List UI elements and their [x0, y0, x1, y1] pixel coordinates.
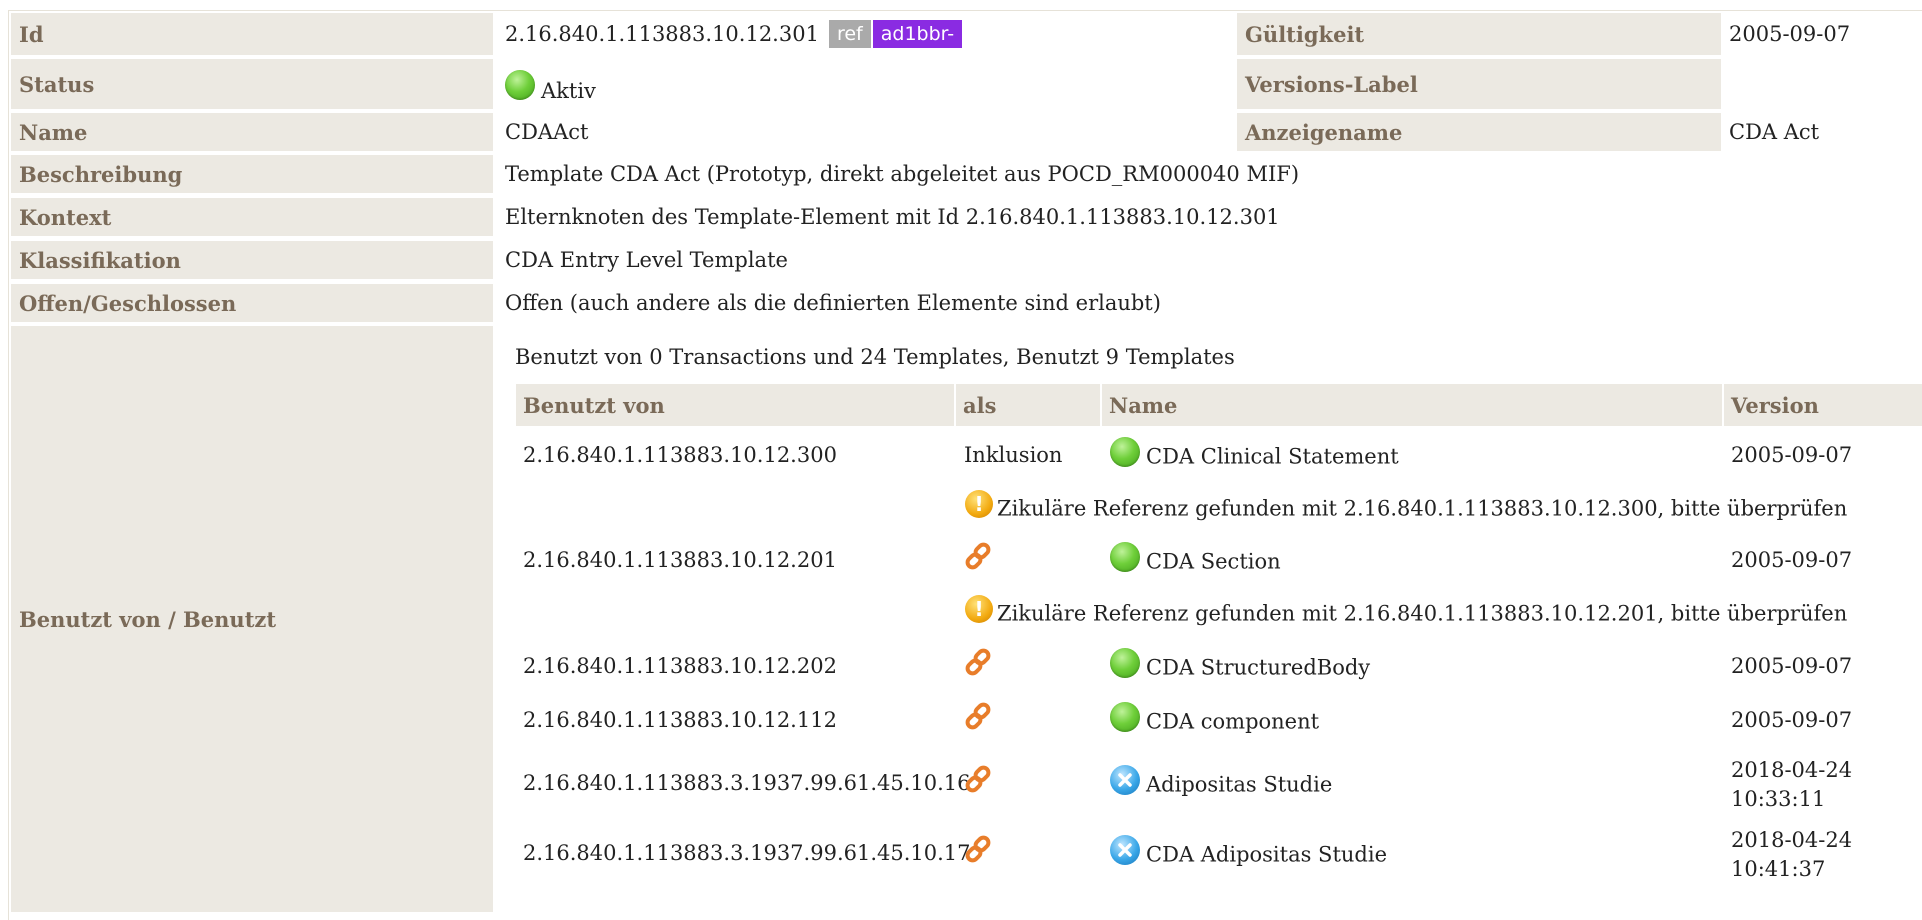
- name-value: CDAAct: [505, 120, 589, 144]
- klassifikation-value: CDA Entry Level Template: [505, 248, 788, 272]
- link-icon[interactable]: [963, 646, 995, 683]
- link-icon[interactable]: [963, 763, 995, 800]
- header-version: Version: [1724, 384, 1922, 426]
- label-benutzt-von-benutzt: Benutzt von / Benutzt: [11, 326, 493, 912]
- template-name-1[interactable]: CDA Section: [1110, 542, 1281, 578]
- template-name-0[interactable]: CDA Clinical Statement: [1110, 437, 1399, 473]
- cancelled-status-icon: [1110, 765, 1140, 795]
- status-text: Aktiv: [541, 79, 596, 103]
- template-name-5[interactable]: CDA Adipositas Studie: [1110, 835, 1387, 871]
- label-gueltigkeit: Gültigkeit: [1237, 13, 1721, 55]
- usage-summary: Benutzt von 0 Transactions und 24 Templa…: [515, 345, 1235, 369]
- green-status-icon: [1110, 542, 1140, 572]
- warning-icon: !: [965, 490, 993, 518]
- status-value: Aktiv: [505, 59, 596, 109]
- version-0: 2005-09-07: [1731, 443, 1853, 467]
- project-id-badge[interactable]: ad1bbr-: [872, 20, 963, 48]
- label-versions-label: Versions-Label: [1237, 59, 1721, 109]
- version-4: 2018-04-24 10:33:11: [1731, 756, 1852, 814]
- template-name-2[interactable]: CDA StructuredBody: [1110, 648, 1370, 684]
- label-offen-geschlossen: Offen/Geschlossen: [11, 284, 493, 322]
- used-by-id-5[interactable]: 2.16.840.1.113883.3.1937.99.61.45.10.17: [523, 841, 971, 865]
- template-id[interactable]: 2.16.840.1.113883.10.12.301: [505, 22, 819, 46]
- template-name-4[interactable]: Adipositas Studie: [1110, 765, 1332, 801]
- used-by-id-1[interactable]: 2.16.840.1.113883.10.12.201: [523, 548, 837, 572]
- version-date-5: 2018-04-24: [1731, 828, 1853, 852]
- version-1: 2005-09-07: [1731, 548, 1853, 572]
- id-value-row: 2.16.840.1.113883.10.12.301 ref ad1bbr-: [505, 13, 963, 55]
- label-name: Name: [11, 113, 493, 151]
- active-status-icon: [505, 70, 535, 100]
- version-date-4: 2018-04-24: [1731, 758, 1853, 782]
- anzeigename-value: CDA Act: [1729, 120, 1820, 144]
- version-3: 2005-09-07: [1731, 708, 1853, 732]
- header-benutzt-von: Benutzt von: [516, 384, 954, 426]
- used-by-id-2[interactable]: 2.16.840.1.113883.10.12.202: [523, 654, 837, 678]
- cancelled-status-icon: [1110, 835, 1140, 865]
- template-name-3[interactable]: CDA component: [1110, 702, 1319, 738]
- label-klassifikation: Klassifikation: [11, 241, 493, 279]
- label-kontext: Kontext: [11, 198, 493, 236]
- beschreibung-value: Template CDA Act (Prototyp, direkt abgel…: [505, 162, 1300, 186]
- ref-badge: ref: [828, 20, 871, 48]
- label-id: Id: [11, 13, 493, 55]
- header-als: als: [956, 384, 1100, 426]
- warning-icon: !: [965, 595, 993, 623]
- used-by-id-0[interactable]: 2.16.840.1.113883.10.12.300: [523, 443, 837, 467]
- label-beschreibung: Beschreibung: [11, 155, 493, 193]
- used-by-id-4[interactable]: 2.16.840.1.113883.3.1937.99.61.45.10.16: [523, 771, 971, 795]
- link-icon[interactable]: [963, 700, 995, 737]
- als-value-0: Inklusion: [964, 443, 1063, 467]
- version-time-5: 10:41:37: [1731, 857, 1826, 881]
- link-icon[interactable]: [963, 833, 995, 870]
- label-status: Status: [11, 59, 493, 109]
- label-anzeigename: Anzeigename: [1237, 113, 1721, 151]
- version-5: 2018-04-24 10:41:37: [1731, 826, 1852, 884]
- green-status-icon: [1110, 648, 1140, 678]
- gueltigkeit-value: 2005-09-07: [1729, 22, 1851, 46]
- green-status-icon: [1110, 437, 1140, 467]
- header-name: Name: [1102, 384, 1722, 426]
- link-icon[interactable]: [963, 540, 995, 577]
- kontext-value: Elternknoten des Template-Element mit Id…: [505, 205, 1280, 229]
- version-time-4: 10:33:11: [1731, 787, 1826, 811]
- version-2: 2005-09-07: [1731, 654, 1853, 678]
- circular-reference-warning-1: ! Zikuläre Referenz gefunden mit 2.16.840…: [965, 595, 1847, 629]
- circular-reference-warning-0: ! Zikuläre Referenz gefunden mit 2.16.840…: [965, 490, 1847, 524]
- used-by-id-3[interactable]: 2.16.840.1.113883.10.12.112: [523, 708, 837, 732]
- green-status-icon: [1110, 702, 1140, 732]
- offen-geschlossen-value: Offen (auch andere als die definierten E…: [505, 291, 1161, 315]
